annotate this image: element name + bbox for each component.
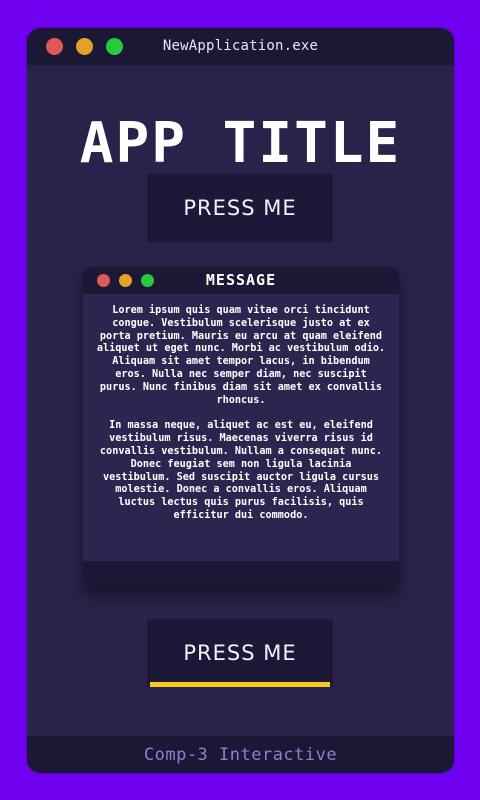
message-titlebar[interactable]: MESSAGE [83,267,399,294]
window-titlebar[interactable]: NewApplication.exe [27,28,454,65]
window-title: NewApplication.exe [162,38,319,54]
message-body: Lorem ipsum quis quam vitae orci tincidu… [95,305,387,523]
message-dialog: MESSAGE Lorem ipsum quis quam vitae orci… [83,267,399,587]
press-me-button-bottom[interactable]: PRESS ME [147,619,333,687]
button-label: PRESS ME [183,641,297,665]
message-paragraph-2: In massa neque, aliquet ac est eu, eleif… [99,420,383,521]
message-paragraph-1: Lorem ipsum quis quam vitae orci tincidu… [96,305,386,406]
message-footer [83,561,399,587]
app-window: NewApplication.exe APP TITLE PRESS ME ME… [27,28,454,773]
press-me-button-top[interactable]: PRESS ME [147,174,333,242]
app-footer: Comp-3 Interactive [27,736,454,773]
button-label: PRESS ME [183,196,297,220]
message-title: MESSAGE [205,271,277,289]
active-underline [150,682,330,687]
footer-text: Comp-3 Interactive [143,744,338,765]
app-title: APP TITLE [79,111,402,176]
